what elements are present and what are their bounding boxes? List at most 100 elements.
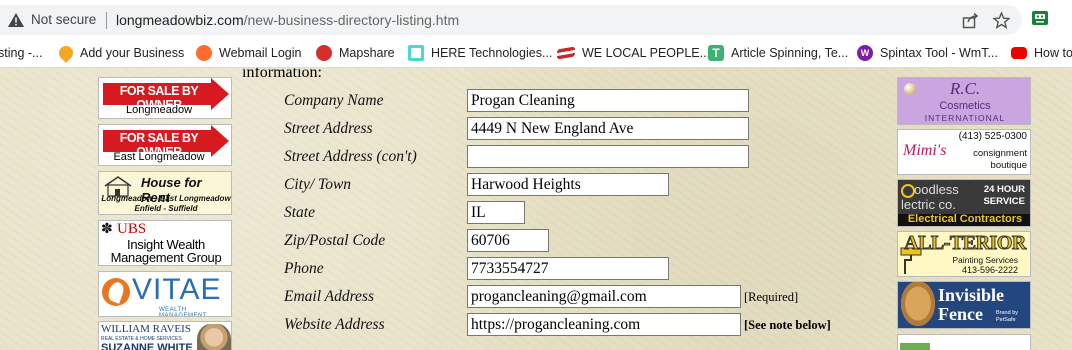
url-host: longmeadowbiz.com bbox=[116, 12, 244, 28]
allterior-sub: Painting Services bbox=[952, 255, 1018, 265]
goodless-badge1: 24 HOUR bbox=[983, 184, 1025, 195]
ad-ubs[interactable]: ✽ UBS Insight Wealth Management Group bbox=[98, 220, 232, 266]
allterior-brand: ALL-TERIOR bbox=[904, 232, 1027, 255]
agent-photo bbox=[197, 324, 231, 350]
city-town-input[interactable]: Harwood Heights bbox=[467, 173, 669, 196]
ad-invisible-fence[interactable]: Invisible Fence Brand by PetSafe bbox=[897, 281, 1031, 329]
mimis-phone: (413) 525-0300 bbox=[958, 131, 1027, 142]
cpanel-icon bbox=[196, 45, 212, 61]
bookmark-item[interactable]: Mapshare bbox=[316, 43, 395, 63]
t-icon: T bbox=[708, 45, 724, 61]
omnibox-separator bbox=[106, 12, 107, 29]
warning-icon[interactable] bbox=[8, 13, 24, 27]
extension-icon[interactable] bbox=[1031, 9, 1049, 27]
bookmark-label: Spintax Tool - WmT... bbox=[880, 46, 998, 60]
website-address-input[interactable]: https://progancleaning.com bbox=[467, 313, 741, 336]
mimis-line2: boutique bbox=[990, 160, 1027, 171]
rc-brand: R.C. bbox=[949, 79, 981, 98]
rc-line1: Cosmetics bbox=[939, 100, 991, 112]
share-icon[interactable] bbox=[962, 12, 979, 29]
label-zip-code: Zip/Postal Code bbox=[284, 232, 386, 249]
ad-partial-bottom[interactable] bbox=[897, 334, 1031, 350]
bookmark-item[interactable]: T Article Spinning, Te... bbox=[708, 43, 848, 63]
ubs-line2: Management Group bbox=[110, 250, 222, 265]
goodless-bar: Electrical Contractors bbox=[907, 213, 1023, 225]
url-path: /new-business-directory-listing.htm bbox=[243, 12, 460, 28]
bookmark-item[interactable]: How to bbox=[1011, 43, 1072, 63]
label-street-address: Street Address bbox=[284, 120, 373, 137]
website-see-note: [See note below] bbox=[744, 318, 831, 332]
allterior-phone: 413-596-2222 bbox=[961, 265, 1018, 275]
goodless-badge2: SERVICE bbox=[983, 196, 1025, 207]
bookmark-label: sting -... bbox=[0, 46, 43, 60]
fence-line2: Fence bbox=[938, 304, 983, 324]
email-address-input[interactable]: progancleaning@gmail.com bbox=[467, 285, 741, 308]
partial-logo-shape bbox=[900, 343, 930, 350]
w-icon: W bbox=[857, 45, 873, 61]
dog-photo bbox=[898, 282, 938, 328]
ubs-logo: UBS bbox=[117, 221, 147, 237]
omnibox[interactable]: Not secure longmeadowbiz.com/new-busines… bbox=[0, 5, 1022, 35]
form-heading: information: bbox=[242, 68, 322, 81]
rent-line2: Enfield - Suffield bbox=[134, 204, 198, 213]
sign-subtext: Longmeadow bbox=[125, 104, 193, 116]
g-logo-icon bbox=[901, 184, 915, 198]
ad-all-terior[interactable]: ALL-TERIOR Painting Services 413-596-222… bbox=[897, 231, 1031, 277]
bookmark-label: How to bbox=[1034, 46, 1072, 60]
fence-small: Brand by PetSafe bbox=[996, 310, 1019, 323]
vitae-sub: WEALTH MANAGEMENT bbox=[159, 307, 208, 317]
bookmark-item[interactable]: Add your Business bbox=[56, 43, 185, 63]
goodless-line1: oodless bbox=[914, 182, 959, 197]
street-address-cont-input[interactable] bbox=[467, 145, 749, 168]
sign-subtext: East Longmeadow bbox=[113, 151, 205, 163]
ad-house-for-rent[interactable]: House for Rent Longmeadow - East Longmea… bbox=[98, 171, 232, 215]
flag-icon bbox=[557, 46, 575, 60]
here-icon bbox=[408, 45, 424, 61]
bookmark-label: Add your Business bbox=[80, 46, 185, 60]
goodless-line2: lectric co. bbox=[901, 197, 956, 212]
bookmark-item[interactable]: HERE Technologies... bbox=[408, 43, 552, 63]
label-state: State bbox=[284, 204, 315, 221]
ad-william-raveis[interactable]: WILLIAM RAVEIS REAL ESTATE & HOME SERVIC… bbox=[98, 321, 232, 350]
bookmark-label: HERE Technologies... bbox=[431, 46, 553, 60]
label-street-address-cont: Street Address (con't) bbox=[284, 148, 417, 165]
ubs-keys-icon: ✽ bbox=[101, 221, 113, 237]
bookmark-label: WE LOCAL PEOPLE... bbox=[582, 46, 711, 60]
ad-goodless-electric[interactable]: oodless lectric co. 24 HOUR SERVICE Elec… bbox=[897, 179, 1031, 227]
email-required-note: [Required] bbox=[744, 290, 799, 304]
rc-line2: INTERNATIONAL bbox=[924, 113, 1006, 123]
phone-input[interactable]: 7733554727 bbox=[467, 257, 669, 280]
bookmark-star-icon[interactable] bbox=[993, 12, 1010, 29]
bookmark-item[interactable]: Webmail Login bbox=[196, 43, 301, 63]
ad-vitae[interactable]: VITAE WEALTH MANAGEMENT bbox=[98, 271, 232, 317]
rent-line1: Longmeadow - East Longmeadow bbox=[101, 194, 231, 203]
label-phone: Phone bbox=[284, 260, 324, 277]
bookmark-item[interactable]: sting -... bbox=[0, 43, 42, 63]
raveis-agent: SUZANNE WHITE bbox=[101, 342, 193, 350]
mapshare-icon bbox=[316, 45, 332, 61]
bookmark-label: Webmail Login bbox=[219, 46, 302, 60]
map-pin-icon bbox=[56, 43, 76, 63]
label-email-address: Email Address bbox=[284, 288, 374, 305]
bookmark-label: Article Spinning, Te... bbox=[731, 46, 849, 60]
ad-rc-cosmetics[interactable]: R.C. Cosmetics INTERNATIONAL bbox=[897, 77, 1031, 125]
ad-for-sale-longmeadow[interactable]: FOR SALE BY OWNER Longmeadow bbox=[98, 77, 232, 119]
browser-toolbar: Not secure longmeadowbiz.com/new-busines… bbox=[0, 0, 1072, 38]
label-website-address: Website Address bbox=[284, 316, 385, 333]
mimis-brand: Mimi's bbox=[903, 142, 947, 159]
bookmark-item[interactable]: WE LOCAL PEOPLE... bbox=[557, 43, 710, 63]
mimis-line1: consignment bbox=[973, 148, 1027, 159]
bookmark-item[interactable]: W Spintax Tool - WmT... bbox=[857, 43, 998, 63]
label-city-town: City/ Town bbox=[284, 176, 352, 193]
raveis-name: WILLIAM RAVEIS bbox=[101, 323, 191, 335]
ad-mimis-consignment[interactable]: (413) 525-0300 Mimi's consignment boutiq… bbox=[897, 129, 1031, 175]
zip-code-input[interactable]: 60706 bbox=[467, 229, 549, 252]
label-company-name: Company Name bbox=[284, 92, 384, 109]
ad-for-sale-east-longmeadow[interactable]: FOR SALE BY OWNER East Longmeadow bbox=[98, 124, 232, 166]
state-input[interactable]: IL bbox=[467, 201, 525, 224]
company-name-input[interactable]: Progan Cleaning bbox=[467, 89, 749, 112]
street-address-input[interactable]: 4449 N New England Ave bbox=[467, 117, 749, 140]
bookmarks-bar: sting -... Add your Business Webmail Log… bbox=[0, 38, 1072, 68]
security-status[interactable]: Not secure bbox=[31, 12, 96, 27]
url-text[interactable]: longmeadowbiz.com/new-business-directory… bbox=[116, 12, 459, 28]
